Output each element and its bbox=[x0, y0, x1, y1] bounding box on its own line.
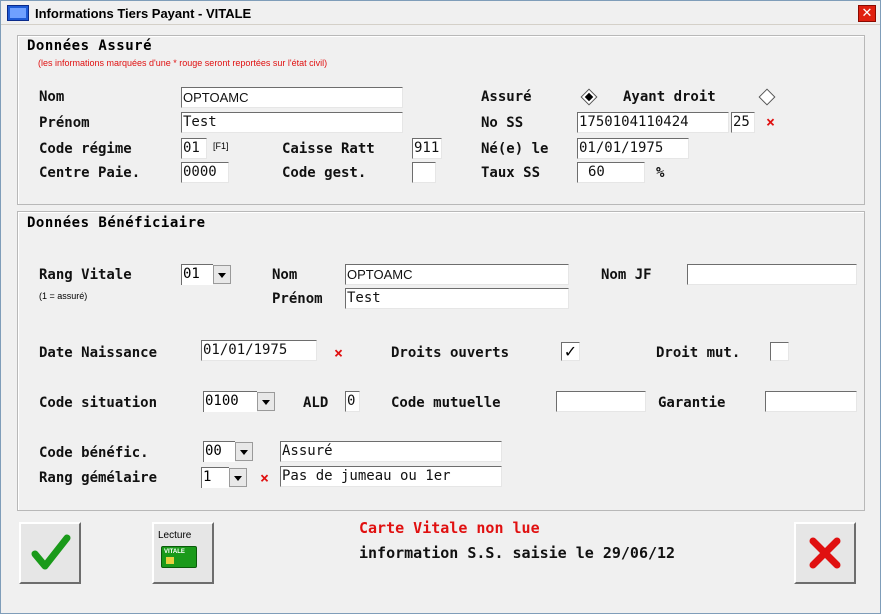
date-naissance-label: Date Naissance bbox=[39, 345, 158, 361]
code-situation-label: Code situation bbox=[39, 395, 158, 411]
rang-gemellaire-required-star: × bbox=[260, 469, 270, 487]
code-benefic-label: Code bénéfic. bbox=[39, 445, 149, 461]
status-carte-vitale: Carte Vitale non lue bbox=[359, 519, 540, 537]
assure-group-title: Données Assuré bbox=[27, 38, 153, 54]
chevron-down-icon[interactable] bbox=[229, 468, 247, 487]
close-button[interactable]: ✕ bbox=[858, 5, 876, 22]
assure-note: (les informations marquées d'une * rouge… bbox=[38, 58, 328, 68]
rang-vitale-note: (1 = assuré) bbox=[39, 291, 88, 301]
garantie-label: Garantie bbox=[658, 395, 726, 411]
code-situation-combo[interactable]: 0100 bbox=[203, 391, 275, 412]
vitale-card-chip-icon bbox=[166, 557, 174, 564]
rang-gemellaire-value: 1 bbox=[201, 467, 229, 488]
code-benefic-description: Assuré bbox=[280, 441, 502, 462]
no-ss-label: No SS bbox=[481, 115, 524, 131]
status-information-ss: information S.S. saisie le 29/06/12 bbox=[359, 544, 676, 562]
caisse-field[interactable]: 911 bbox=[412, 138, 442, 159]
droits-ouverts-checkbox[interactable]: ✓ bbox=[561, 342, 580, 361]
code-mutuelle-field[interactable] bbox=[556, 391, 646, 412]
rang-gemellaire-description: Pas de jumeau ou 1er bbox=[280, 466, 502, 487]
ayant-droit-radio[interactable] bbox=[758, 88, 776, 106]
code-mutuelle-label: Code mutuelle bbox=[391, 395, 501, 411]
window-title: Informations Tiers Payant - VITALE bbox=[35, 6, 252, 21]
checkmark-icon bbox=[31, 534, 71, 570]
date-naissance-required-star: × bbox=[334, 344, 344, 362]
date-naissance-assure-field[interactable]: 01/01/1975 bbox=[577, 138, 689, 159]
rang-vitale-label: Rang Vitale bbox=[39, 267, 132, 283]
droits-ouverts-label: Droits ouverts bbox=[391, 345, 510, 361]
benef-nom-label: Nom bbox=[272, 267, 298, 283]
title-bar: Informations Tiers Payant - VITALE ✕ bbox=[1, 1, 880, 25]
confirm-button[interactable] bbox=[19, 522, 81, 584]
no-ss-field[interactable]: 1750104110424 bbox=[577, 112, 729, 133]
benef-prenom-label: Prénom bbox=[272, 291, 323, 307]
rang-gemellaire-label: Rang gémélaire bbox=[39, 470, 158, 486]
garantie-field[interactable] bbox=[765, 391, 857, 412]
ayant-droit-label: Ayant droit bbox=[623, 89, 716, 105]
taux-ss-field[interactable]: 60 bbox=[577, 162, 645, 183]
rang-vitale-combo[interactable]: 01 bbox=[181, 264, 231, 285]
benef-nom-field[interactable]: OPTOAMC bbox=[345, 264, 569, 285]
code-gest-label: Code gest. bbox=[282, 165, 367, 181]
chevron-down-icon[interactable] bbox=[213, 265, 231, 284]
vitale-card-icon: VITALE bbox=[161, 546, 197, 568]
cancel-button[interactable] bbox=[794, 522, 856, 584]
date-naissance-assure-label: Né(e) le bbox=[481, 141, 549, 157]
beneficiaire-group-title: Données Bénéficiaire bbox=[27, 215, 206, 231]
vitale-card-label: VITALE bbox=[164, 549, 185, 555]
chevron-down-icon[interactable] bbox=[257, 392, 275, 411]
code-situation-value: 0100 bbox=[203, 391, 257, 412]
caisse-label: Caisse Ratt bbox=[282, 141, 375, 157]
chevron-down-icon[interactable] bbox=[235, 442, 253, 461]
nom-field[interactable]: OPTOAMC bbox=[181, 87, 403, 108]
code-regime-label: Code régime bbox=[39, 141, 132, 157]
prenom-field[interactable]: Test bbox=[181, 112, 403, 133]
nom-jf-label: Nom JF bbox=[601, 267, 652, 283]
ald-field[interactable]: 0 bbox=[345, 391, 360, 412]
code-benefic-value: 00 bbox=[203, 441, 235, 462]
close-icon bbox=[809, 537, 841, 569]
droit-mut-label: Droit mut. bbox=[656, 345, 741, 361]
lecture-vitale-button[interactable]: Lecture VITALE bbox=[152, 522, 214, 584]
taux-ss-unit: % bbox=[656, 165, 665, 181]
code-gest-field[interactable] bbox=[412, 162, 436, 183]
prenom-label: Prénom bbox=[39, 115, 90, 131]
lecture-label: Lecture bbox=[158, 530, 192, 541]
date-naissance-field[interactable]: 01/01/1975 bbox=[201, 340, 317, 361]
rang-vitale-value: 01 bbox=[181, 264, 213, 285]
rang-gemellaire-combo[interactable]: 1 bbox=[201, 467, 247, 488]
nom-jf-field[interactable] bbox=[687, 264, 857, 285]
benef-prenom-field[interactable]: Test bbox=[345, 288, 569, 309]
no-ss-required-star: × bbox=[766, 113, 776, 131]
centre-paie-label: Centre Paie. bbox=[39, 165, 141, 181]
window-icon bbox=[7, 5, 29, 21]
droit-mut-checkbox[interactable] bbox=[770, 342, 789, 361]
ald-label: ALD bbox=[303, 395, 329, 411]
assure-radio[interactable] bbox=[580, 88, 598, 106]
code-regime-field[interactable]: 01 bbox=[181, 138, 207, 159]
nom-label: Nom bbox=[39, 89, 65, 105]
code-regime-hint: [F1] bbox=[213, 141, 229, 151]
no-ss-key-field[interactable]: 25 bbox=[731, 112, 755, 133]
taux-ss-label: Taux SS bbox=[481, 165, 541, 181]
assure-radio-label: Assuré bbox=[481, 89, 532, 105]
code-benefic-combo[interactable]: 00 bbox=[203, 441, 253, 462]
centre-paie-field[interactable]: 0000 bbox=[181, 162, 229, 183]
radio-diamond-icon bbox=[758, 88, 776, 106]
dialog-window: Informations Tiers Payant - VITALE ✕ Don… bbox=[0, 0, 881, 614]
